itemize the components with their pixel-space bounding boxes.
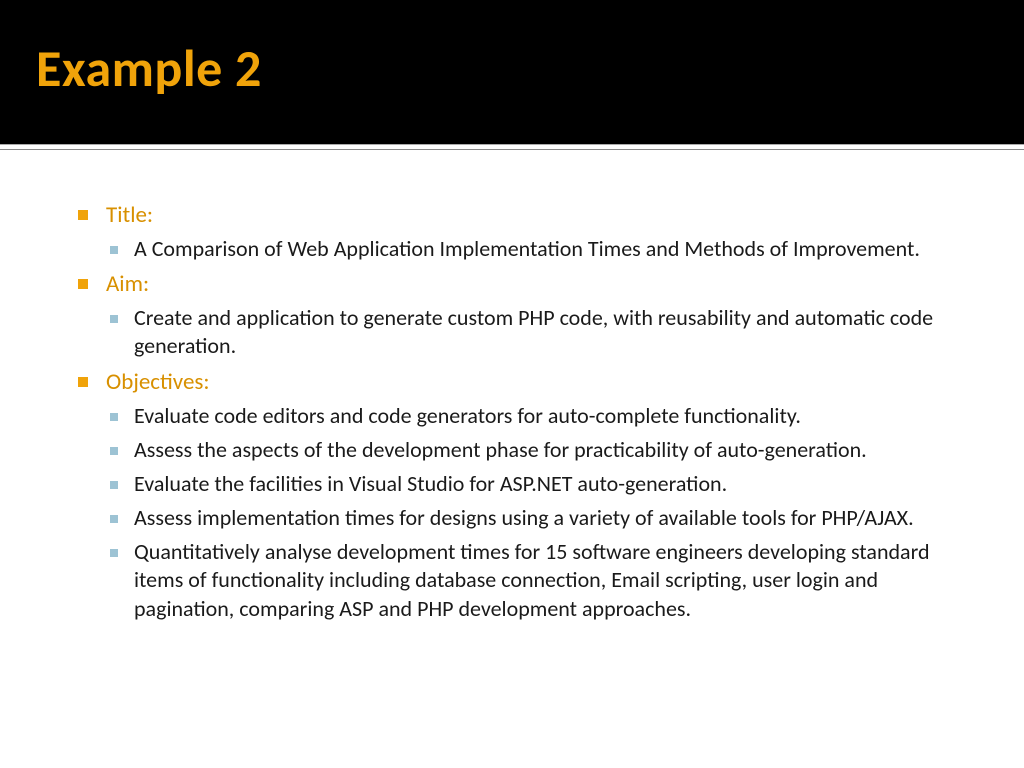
- section-aim: Aim: Create and application to generate …: [78, 269, 954, 360]
- slide-title: Example 2: [36, 36, 1024, 100]
- item-text: Quantitatively analyse development times…: [134, 538, 930, 621]
- slide: Example 2 Title: A Comparison of Web App…: [0, 0, 1024, 768]
- list-item: Assess implementation times for designs …: [110, 504, 954, 532]
- list-item: Evaluate the facilities in Visual Studio…: [110, 470, 954, 498]
- slide-body: Title: A Comparison of Web Application I…: [0, 150, 1024, 623]
- item-text: A Comparison of Web Application Implemen…: [134, 235, 920, 262]
- list-item: Assess the aspects of the development ph…: [110, 436, 954, 464]
- list-item: Evaluate code editors and code generator…: [110, 402, 954, 430]
- list-item: Quantitatively analyse development times…: [110, 538, 954, 622]
- section-label: Title:: [106, 201, 153, 229]
- section-label: Aim:: [106, 270, 149, 298]
- item-text: Evaluate code editors and code generator…: [134, 402, 801, 429]
- section-label: Objectives:: [106, 368, 210, 396]
- item-text: Assess implementation times for designs …: [134, 504, 914, 531]
- content-list: Title: A Comparison of Web Application I…: [78, 200, 954, 623]
- section-items: A Comparison of Web Application Implemen…: [110, 235, 954, 263]
- section-title: Title: A Comparison of Web Application I…: [78, 200, 954, 263]
- section-objectives: Objectives: Evaluate code editors and co…: [78, 367, 954, 623]
- section-items: Evaluate code editors and code generator…: [110, 402, 954, 623]
- item-text: Evaluate the facilities in Visual Studio…: [134, 470, 727, 497]
- list-item: A Comparison of Web Application Implemen…: [110, 235, 954, 263]
- list-item: Create and application to generate custo…: [110, 304, 954, 360]
- item-text: Assess the aspects of the development ph…: [134, 436, 867, 463]
- section-items: Create and application to generate custo…: [110, 304, 954, 360]
- slide-header: Example 2: [0, 0, 1024, 144]
- item-text: Create and application to generate custo…: [134, 304, 933, 359]
